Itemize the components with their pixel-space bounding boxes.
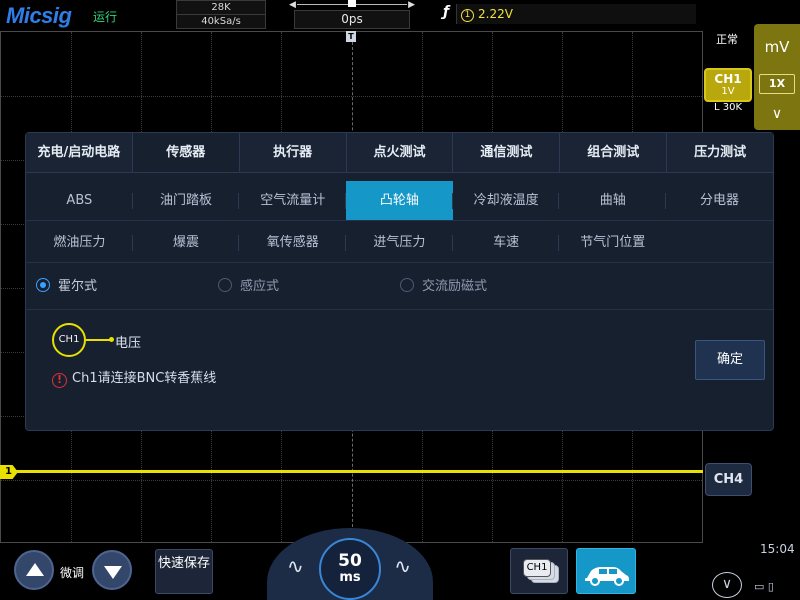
sample-rate: 40kSa/s bbox=[201, 16, 241, 27]
sensor-item-crankshaft[interactable]: 曲轴 bbox=[559, 181, 666, 220]
ch1-label: CH1 bbox=[714, 72, 742, 86]
vertical-scale-panel[interactable]: mV 1X ∨ bbox=[754, 24, 800, 130]
channel-label-icon: CH1 bbox=[523, 559, 551, 577]
wave-increase-icon[interactable]: ∿ bbox=[394, 554, 411, 578]
sensor-item-throttle-pedal[interactable]: 油门踏板 bbox=[133, 181, 240, 220]
sensor-list-row-1: ABS 油门踏板 空气流量计 凸轮轴 冷却液温度 曲轴 分电器 bbox=[26, 181, 773, 221]
ch1-scale: 1V bbox=[721, 86, 735, 97]
sensor-item-vehicle-speed[interactable]: 车速 bbox=[453, 223, 560, 262]
fine-down-button[interactable] bbox=[92, 550, 132, 590]
confirm-button[interactable]: 确定 bbox=[695, 340, 765, 380]
fine-adjust-label: 微调 bbox=[60, 566, 85, 580]
ch4-channel-button[interactable]: CH4 bbox=[705, 463, 752, 496]
sensor-item-air-flow-meter[interactable]: 空气流量计 bbox=[239, 181, 346, 220]
timebase-unit: ms bbox=[339, 570, 361, 585]
tab-communication-test[interactable]: 通信测试 bbox=[453, 133, 561, 172]
type-label: 霍尔式 bbox=[58, 279, 98, 294]
sensor-item-fuel-pressure[interactable]: 燃油压力 bbox=[26, 223, 133, 262]
arrow-down-icon bbox=[104, 566, 122, 579]
time-position: 0ps bbox=[294, 10, 410, 29]
radio-selected-icon bbox=[36, 278, 50, 292]
top-status-bar: Micsig 运行 28K 40kSa/s ◀ ▶ 0ps ƒ 1 2.22V bbox=[0, 0, 800, 30]
warning-text: Ch1请连接BNC转香蕉线 bbox=[72, 371, 217, 386]
sensor-item-knock[interactable]: 爆震 bbox=[133, 223, 240, 262]
radio-empty-icon bbox=[400, 278, 414, 292]
left-arrow-icon: ◀ bbox=[289, 0, 296, 10]
view-window-marker bbox=[348, 0, 356, 7]
type-radio-hall[interactable]: 霍尔式 bbox=[36, 264, 97, 310]
type-label: 交流励磁式 bbox=[422, 279, 488, 294]
timebase-dial[interactable]: 50 ms bbox=[319, 538, 381, 600]
arrow-up-icon bbox=[26, 563, 44, 576]
trigger-status: 正常 bbox=[716, 33, 738, 46]
radio-empty-icon bbox=[218, 278, 232, 292]
trigger-source-badge: 1 bbox=[461, 9, 474, 22]
horizontal-position-bar[interactable]: ◀ ▶ 0ps bbox=[289, 0, 415, 29]
wave-decrease-icon[interactable]: ∿ bbox=[287, 554, 304, 578]
acquisition-info[interactable]: 28K 40kSa/s bbox=[176, 0, 266, 29]
sensor-item-intake-pressure[interactable]: 进气压力 bbox=[346, 223, 453, 262]
trigger-level: 2.22V bbox=[478, 7, 513, 21]
right-arrow-icon: ▶ bbox=[408, 0, 415, 10]
sensor-test-dialog: 充电/启动电路 传感器 执行器 点火测试 通信测试 组合测试 压力测试 ABS … bbox=[25, 132, 774, 431]
signal-type-label: 电压 bbox=[115, 336, 142, 351]
ch1-channel-button[interactable]: CH1 1V bbox=[704, 68, 752, 102]
ch1-waveform-trace bbox=[0, 470, 703, 473]
quick-save-button[interactable]: 快速保存 bbox=[155, 549, 213, 594]
system-tray-icons: ▭ ▯ bbox=[754, 580, 774, 593]
trigger-time-marker[interactable]: T bbox=[346, 31, 356, 42]
type-radio-inductive[interactable]: 感应式 bbox=[218, 264, 279, 310]
memory-depth: 28K bbox=[177, 1, 265, 15]
tab-ignition-test[interactable]: 点火测试 bbox=[346, 133, 454, 172]
sensor-type-options: 霍尔式 感应式 交流励磁式 bbox=[26, 264, 773, 310]
automotive-mode-button[interactable] bbox=[576, 548, 636, 594]
sensor-item-camshaft[interactable]: 凸轮轴 bbox=[346, 181, 453, 220]
timebase-value: 50 bbox=[338, 551, 362, 571]
tab-charging-starting[interactable]: 充电/启动电路 bbox=[26, 133, 133, 172]
connection-line bbox=[86, 337, 114, 342]
run-state-indicator[interactable]: 运行 bbox=[93, 8, 117, 25]
sensor-item-oxygen[interactable]: 氧传感器 bbox=[239, 223, 346, 262]
sensor-item-distributor[interactable]: 分电器 bbox=[666, 181, 773, 220]
type-radio-ac-excitation[interactable]: 交流励磁式 bbox=[400, 264, 487, 310]
trigger-info[interactable]: 1 2.22V bbox=[456, 4, 696, 24]
system-clock: 15:04 bbox=[760, 542, 795, 556]
brand-logo: Micsig bbox=[6, 3, 72, 28]
chevron-down-icon[interactable]: ∨ bbox=[754, 106, 800, 122]
rising-edge-icon: ƒ bbox=[443, 4, 450, 20]
grid-line bbox=[1, 480, 702, 481]
sensor-item-throttle-position[interactable]: 节气门位置 bbox=[559, 223, 666, 262]
sensor-list-row-2: 燃油压力 爆震 氧传感器 进气压力 车速 节气门位置 bbox=[26, 223, 773, 263]
tab-pressure-test[interactable]: 压力测试 bbox=[667, 133, 774, 172]
car-icon bbox=[585, 567, 629, 586]
warning-icon: ! bbox=[52, 373, 67, 388]
grid-line bbox=[1, 96, 702, 97]
sensor-item-abs[interactable]: ABS bbox=[26, 181, 133, 220]
collapse-menu-icon[interactable]: ∨ bbox=[712, 572, 742, 598]
category-tabs: 充电/启动电路 传感器 执行器 点火测试 通信测试 组合测试 压力测试 bbox=[26, 133, 774, 173]
sensor-item-coolant-temp[interactable]: 冷却液温度 bbox=[453, 181, 560, 220]
channel-select-button[interactable]: CH1 bbox=[510, 548, 568, 594]
connection-warning: ! Ch1请连接BNC转香蕉线 bbox=[52, 367, 216, 388]
probe-ratio-button[interactable]: 1X bbox=[759, 74, 795, 94]
fine-up-button[interactable] bbox=[14, 550, 54, 590]
ch1-memory-length: L 30K bbox=[714, 102, 743, 113]
type-label: 感应式 bbox=[240, 279, 280, 294]
tab-actuators[interactable]: 执行器 bbox=[239, 133, 347, 172]
tab-sensors[interactable]: 传感器 bbox=[132, 133, 240, 172]
tab-combined-test[interactable]: 组合测试 bbox=[560, 133, 668, 172]
ch1-connection-badge: CH1 bbox=[52, 323, 86, 357]
unit-label[interactable]: mV bbox=[754, 38, 800, 56]
